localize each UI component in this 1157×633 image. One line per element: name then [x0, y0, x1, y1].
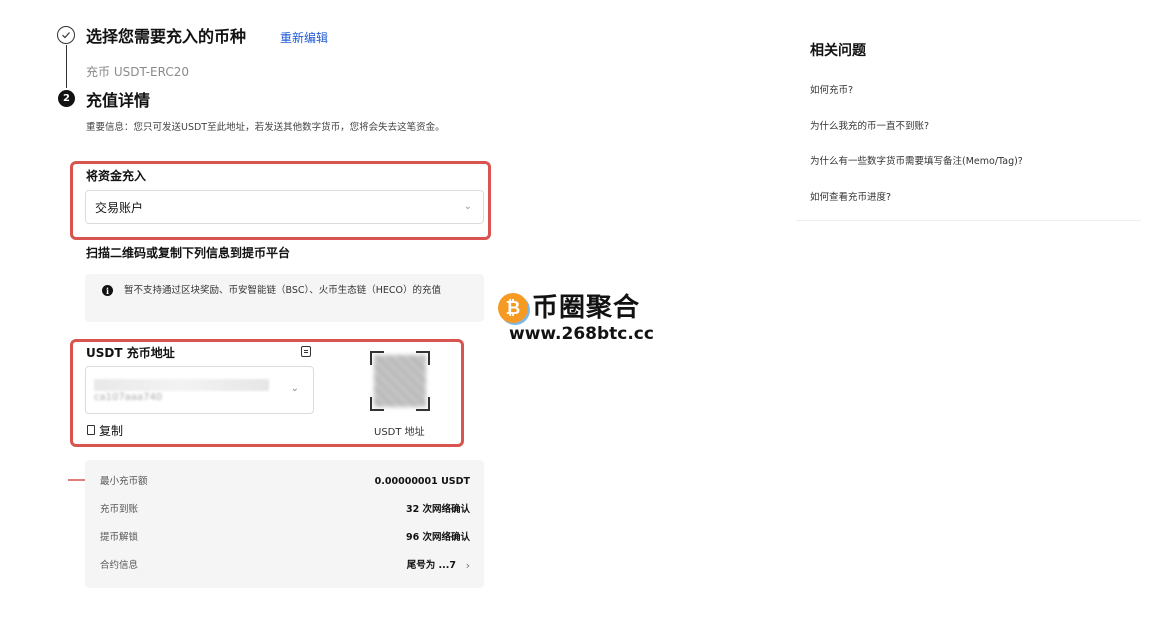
deposit-address-field[interactable]: ca107aaa740 ⌄: [85, 366, 314, 414]
blurred-address-line: [94, 379, 269, 391]
unsupported-chains-notice: i 暂不支持通过区块奖励、币安智能链（BSC）、火币生态链（HECO）的充值: [85, 274, 484, 322]
detail-key: 合约信息: [100, 560, 139, 571]
step1-title: 选择您需要充入的币种: [86, 27, 247, 46]
detail-key: 最小充币额: [100, 476, 148, 487]
faq-link[interactable]: 如何查看充币进度?: [810, 191, 891, 205]
deposit-address-label: USDT 充币地址: [86, 346, 175, 360]
address-book-icon[interactable]: [301, 346, 311, 357]
detail-value: 32 次网络确认: [405, 504, 470, 515]
deposit-details-panel: 最小充币额 0.00000001 USDT 充币到账 32 次网络确认 提币解锁…: [85, 460, 484, 588]
detail-value: 尾号为 ...7: [406, 560, 456, 571]
deposit-qr-code: [370, 351, 430, 411]
info-icon: i: [102, 285, 113, 296]
qr-corner: [416, 397, 430, 411]
detail-row-credit: 充币到账 32 次网络确认: [100, 502, 470, 518]
faq-link[interactable]: 为什么有一些数字货币需要填写备注(Memo/Tag)?: [810, 155, 1023, 169]
step2-number-badge: 2: [58, 90, 75, 107]
selected-coin-text: 充币 USDT-ERC20: [86, 65, 189, 79]
qr-corner: [370, 351, 384, 365]
unsupported-chains-text: 暂不支持通过区块奖励、币安智能链（BSC）、火币生态链（HECO）的充值: [124, 285, 442, 296]
bitcoin-logo-icon: ₿: [498, 293, 528, 323]
fund-destination-label: 将资金充入: [86, 169, 147, 183]
detail-row-min-deposit: 最小充币额 0.00000001 USDT: [100, 474, 470, 490]
sidebar-divider: [796, 220, 1141, 221]
chevron-down-icon: ⌄: [463, 201, 472, 212]
chevron-down-icon: ⌄: [290, 383, 299, 394]
related-questions-title: 相关问题: [810, 43, 866, 59]
detail-row-unlock: 提币解锁 96 次网络确认: [100, 530, 470, 546]
faq-link[interactable]: 如何充币?: [810, 84, 853, 98]
watermark-url: www.268btc.cc: [509, 324, 654, 344]
important-notice: 重要信息：您只可发送USDT至此地址，若发送其他数字货币，您将会失去这笔资金。: [86, 122, 445, 133]
detail-key: 提币解锁: [100, 532, 139, 543]
watermark-title: 币圈聚合: [532, 293, 641, 323]
copy-icon[interactable]: [87, 425, 95, 435]
detail-value: 96 次网络确认: [405, 532, 470, 543]
step2-title: 充值详情: [86, 91, 151, 110]
qr-corner: [416, 351, 430, 365]
detail-value: 0.00000001 USDT: [374, 476, 470, 487]
detail-row-contract[interactable]: 合约信息 尾号为 ...7 ›: [100, 558, 470, 574]
chevron-right-icon: ›: [465, 559, 470, 572]
detail-key: 充币到账: [100, 504, 139, 515]
step1-check-icon: [57, 26, 75, 44]
reedit-link[interactable]: 重新编辑: [280, 30, 328, 46]
step-connector-line: [66, 45, 67, 88]
fund-destination-value: 交易账户: [95, 201, 144, 215]
deposit-address-value: ca107aaa740: [94, 392, 163, 403]
copy-address-button[interactable]: 复制: [99, 423, 123, 439]
scan-instructions-title: 扫描二维码或复制下列信息到提币平台: [86, 246, 291, 260]
faq-link[interactable]: 为什么我充的币一直不到账?: [810, 120, 929, 134]
qr-code-label: USDT 地址: [374, 427, 425, 438]
qr-corner: [370, 397, 384, 411]
fund-destination-select[interactable]: 交易账户 ⌄: [85, 190, 484, 224]
